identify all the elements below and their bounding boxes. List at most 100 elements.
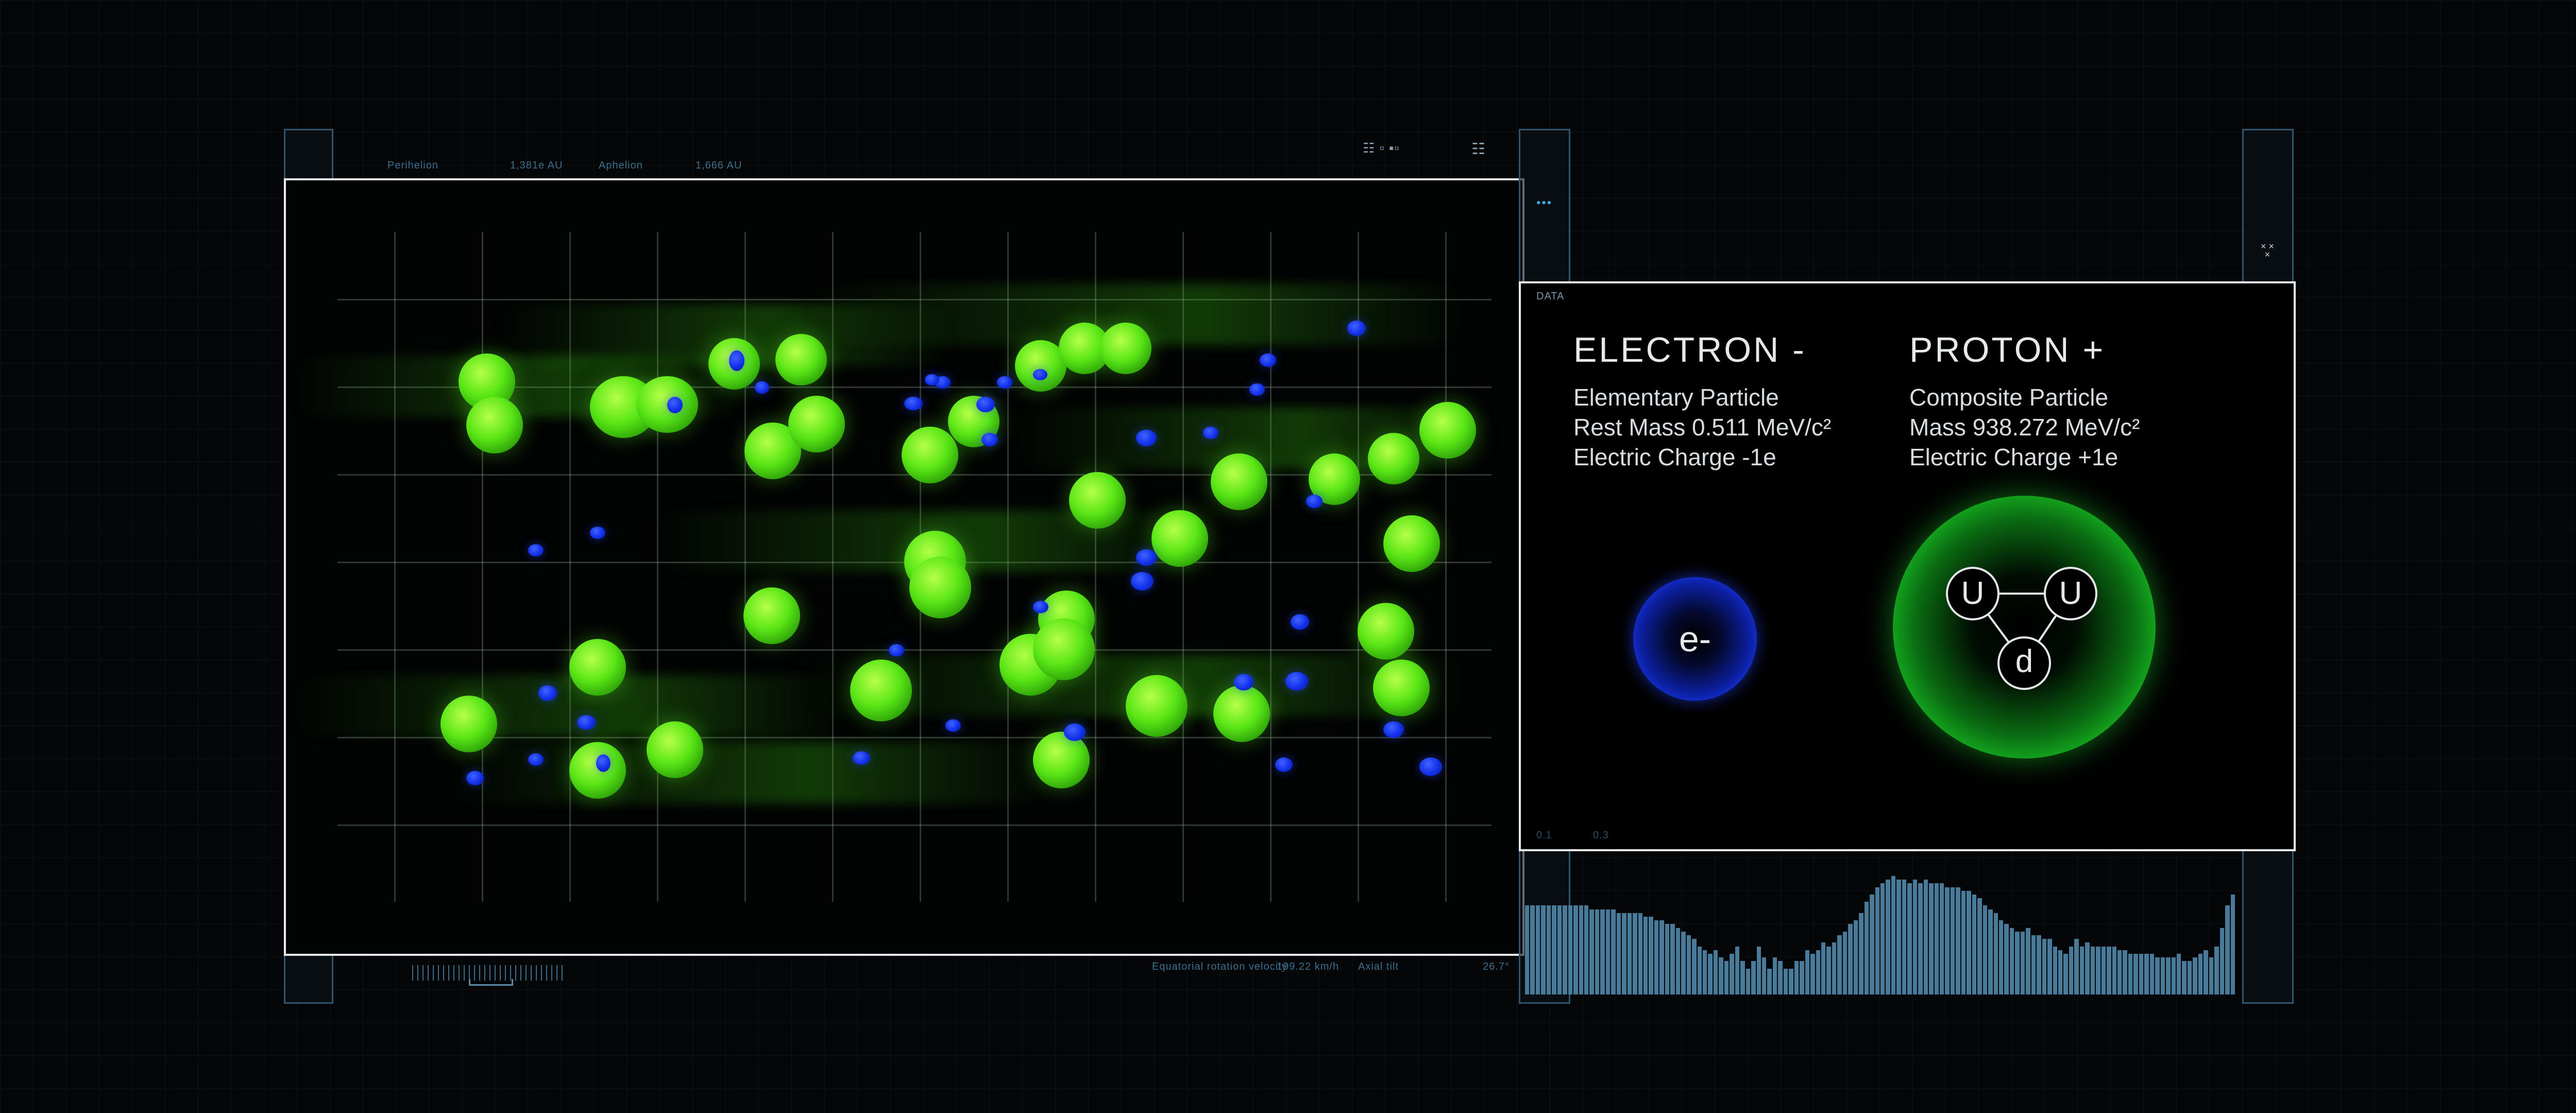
close-icon[interactable]: × × × (2260, 242, 2275, 259)
histogram-bar (2133, 954, 2138, 994)
axis-mark: 0.1 (1536, 830, 1552, 841)
rotation-velocity-label: Equatorial rotation velocity (1152, 961, 1287, 972)
histogram-bar (2117, 950, 2122, 994)
histogram-bar (1772, 957, 1777, 994)
histogram-bar (1535, 905, 1540, 994)
histogram-bar (1880, 883, 1885, 994)
histogram-bar (1638, 913, 1642, 994)
electron-particle (1285, 672, 1308, 690)
histogram-bar (1697, 947, 1702, 994)
histogram-bar (2053, 947, 2057, 994)
proton-particle (850, 660, 912, 721)
simulation-viewport[interactable] (284, 178, 1524, 956)
histogram-bar (1724, 961, 1729, 994)
histogram-bar (2074, 939, 2079, 994)
histogram-bar (1929, 883, 1934, 994)
histogram-bar (2230, 895, 2235, 994)
histogram-bar (1988, 909, 1993, 994)
histogram-bar (2107, 947, 2111, 994)
histogram-bar (1837, 935, 1842, 994)
histogram-bar (1842, 932, 1848, 994)
histogram-bar (2004, 924, 2009, 994)
histogram-bar (2026, 928, 2030, 994)
histogram-bar (1589, 909, 1594, 994)
proton-particle (466, 397, 523, 453)
histogram-bar (2139, 954, 2144, 994)
histogram-bar (2015, 932, 2020, 994)
more-options-icon[interactable]: ••• (1536, 196, 1552, 210)
quark-up-label: U (2059, 576, 2082, 611)
histogram-bar (1832, 942, 1837, 994)
histogram-bar (2069, 947, 2074, 994)
motion-trail (286, 675, 853, 737)
electron-particle (945, 719, 961, 732)
histogram-bar (1923, 880, 1928, 994)
histogram-bar (2155, 957, 2160, 994)
histogram-bar (2198, 954, 2203, 994)
electron-mass: Rest Mass 0.511 MeV/c² (1573, 414, 1832, 441)
proton-particle (1211, 453, 1267, 510)
electron-symbol: e- (1679, 619, 1711, 659)
axial-tilt-label: Axial tilt (1358, 961, 1399, 972)
electron-particle (853, 751, 870, 765)
histogram-bar (1783, 969, 1788, 994)
histogram-bar (1745, 969, 1751, 994)
histogram-bar (1762, 957, 1767, 994)
proton-particle (1383, 515, 1440, 572)
histogram (1525, 876, 2236, 994)
proton-particle (775, 334, 827, 385)
electron-particle (590, 527, 605, 539)
proton-type: Composite Particle (1909, 384, 2109, 411)
proton-particle (1100, 323, 1151, 374)
electron-particle (667, 397, 683, 413)
electron-particle (1306, 495, 1323, 508)
histogram-bar (1907, 883, 1912, 994)
proton-mass: Mass 938.272 MeV/c² (1909, 414, 2140, 441)
histogram-bar (1735, 947, 1740, 994)
electron-particle (1136, 430, 1157, 446)
histogram-bar (1541, 905, 1546, 994)
histogram-bar (1993, 913, 1998, 994)
histogram-bar (2160, 957, 2165, 994)
menu-icon[interactable]: ☷ (1471, 140, 1486, 158)
histogram-bar (1826, 947, 1831, 994)
data-tag: DATA (1536, 291, 1565, 302)
histogram-bar (1891, 876, 1896, 994)
histogram-bar (1530, 905, 1535, 994)
histogram-bar (1692, 939, 1697, 994)
electron-particle (1234, 674, 1253, 690)
histogram-bar (2031, 935, 2036, 994)
histogram-bar (1611, 909, 1616, 994)
histogram-bar (1961, 891, 1966, 994)
histogram-bar (1573, 905, 1578, 994)
electron-particle (976, 397, 995, 412)
electron-particle (1131, 572, 1154, 591)
histogram-bar (2182, 961, 2187, 994)
histogram-bar (2009, 928, 2014, 994)
histogram-bar (1563, 905, 1567, 994)
histogram-bar (1552, 905, 1556, 994)
histogram-bar (1659, 920, 1664, 994)
histogram-bar (2123, 950, 2127, 994)
motion-trail (440, 742, 1059, 804)
histogram-bar (1605, 909, 1611, 994)
histogram-bar (1584, 905, 1589, 994)
electron-particle (1249, 383, 1265, 396)
perihelion-value: 1,381e AU (510, 160, 563, 171)
proton-particle (1069, 472, 1126, 529)
histogram-bar (2020, 932, 2025, 994)
histogram-bar (1643, 917, 1648, 994)
histogram-bar (2177, 954, 2181, 994)
histogram-bar (1950, 887, 1955, 994)
top-right-code[interactable]: ☷ ▫ ▪▫ (1363, 140, 1399, 156)
proton-particle (1373, 660, 1430, 716)
rotation-velocity-value: 199.22 km/h (1277, 961, 1340, 972)
proton-particle (1033, 618, 1095, 680)
histogram-bar (1875, 887, 1879, 994)
electron-particle (729, 350, 744, 371)
histogram-bar (1789, 969, 1793, 994)
axis-mark: 0.3 (1593, 830, 1609, 841)
electron-particle (1136, 549, 1157, 566)
histogram-bar (1940, 883, 1944, 994)
histogram-bar (1870, 895, 1874, 994)
